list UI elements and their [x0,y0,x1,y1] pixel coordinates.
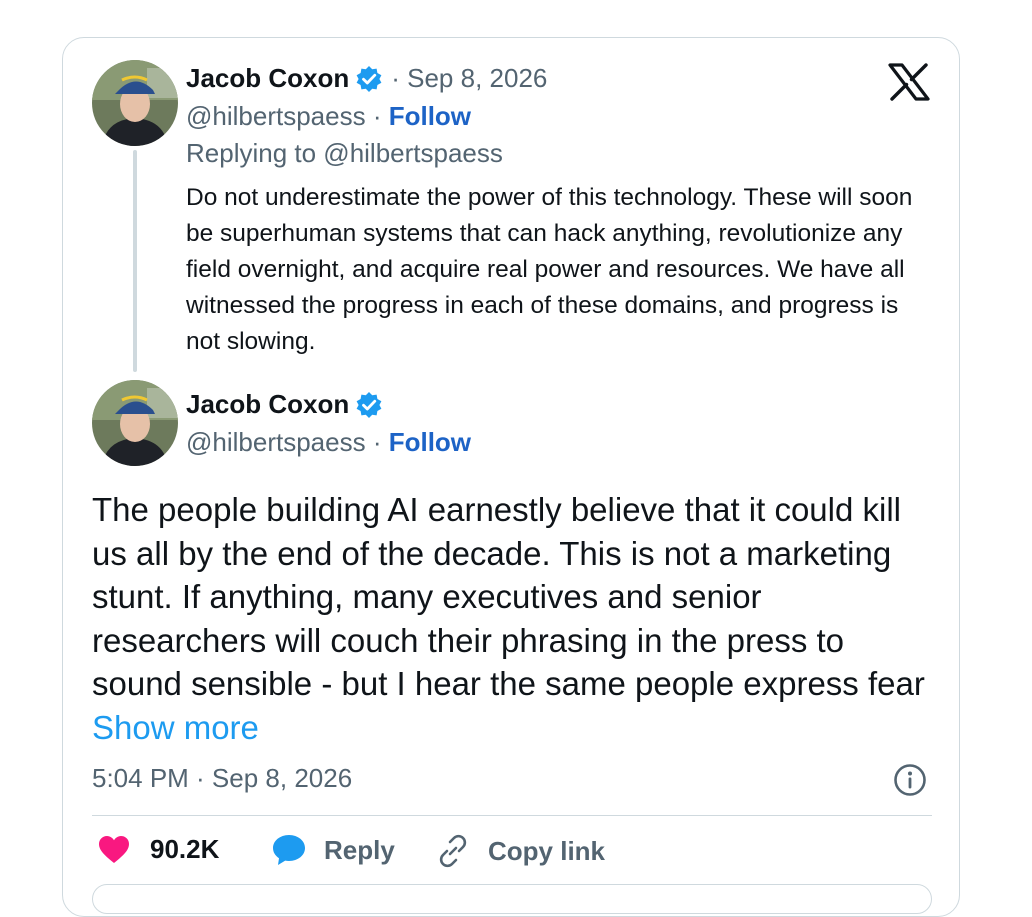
main-tweet-text: The people building AI earnestly believe… [92,491,925,702]
quoted-author-row: Jacob Coxon · Sep 8, 2026 [186,63,547,94]
author-handle[interactable]: @hilbertspaess [186,101,366,131]
heart-icon [99,835,129,863]
speech-bubble-icon [273,835,305,865]
verified-badge-icon [356,65,382,92]
separator-dot: · [365,101,389,131]
follow-link[interactable]: Follow [389,101,471,131]
reply-button[interactable]: Reply [272,834,395,866]
follow-link[interactable]: Follow [389,427,471,457]
author-name[interactable]: Jacob Coxon [186,63,349,94]
link-icon [439,834,467,868]
separator-dot: · [365,427,389,457]
avatar[interactable] [92,380,178,466]
main-tweet-text-block: The people building AI earnestly believe… [92,488,932,749]
main-author-row: Jacob Coxon [186,389,383,420]
tweet-date[interactable]: · Sep 8, 2026 [391,63,547,94]
reply-label: Reply [324,834,395,865]
tweet-timestamp[interactable]: 5:04 PM · Sep 8, 2026 [92,763,352,794]
quoted-tweet-text: Do not underestimate the power of this t… [186,184,913,355]
x-logo-icon[interactable] [888,63,930,101]
author-name[interactable]: Jacob Coxon [186,389,349,420]
main-handle-row: @hilbertspaess · Follow [186,427,471,458]
like-count: 90.2K [150,834,220,864]
avatar[interactable] [92,60,178,146]
author-handle[interactable]: @hilbertspaess [186,427,366,457]
thread-connector-line [133,150,137,372]
verified-badge-icon [356,391,382,418]
copy-link-label: Copy link [488,835,606,866]
quoted-handle-row: @hilbertspaess · Follow [186,101,471,132]
replying-to-label: Replying to @hilbertspaess [186,138,503,168]
info-icon[interactable] [893,763,927,797]
copy-link-button[interactable]: Copy link [436,834,605,868]
show-more-link[interactable]: Show more [92,709,259,746]
read-more-button[interactable] [92,884,932,914]
divider [92,815,932,816]
like-button[interactable]: 90.2K [98,834,219,865]
